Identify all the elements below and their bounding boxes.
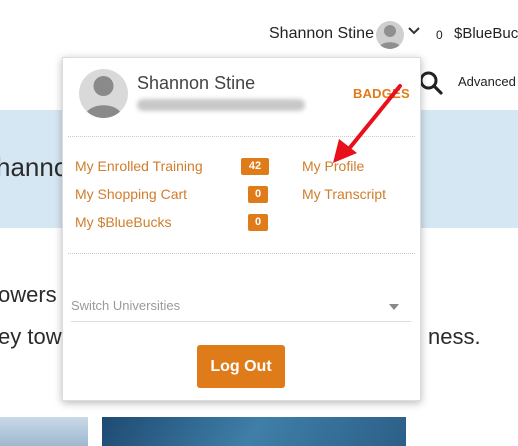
- body-text-line1: owers: [0, 282, 57, 307]
- hero-text: hanno: [0, 152, 69, 182]
- header-user-name[interactable]: Shannon Stine: [269, 25, 374, 43]
- my-bluebucks-link[interactable]: My $BlueBucks: [75, 214, 171, 230]
- course-card-image[interactable]: [0, 417, 88, 446]
- profile-name: Shannon Stine: [137, 73, 256, 93]
- top-bar: Shannon Stine 0 $BlueBuck: [0, 0, 518, 62]
- log-out-button[interactable]: Log Out: [197, 345, 285, 388]
- advanced-search-link[interactable]: Advanced: [458, 74, 516, 89]
- caret-down-icon: [389, 304, 399, 310]
- header-avatar[interactable]: [376, 21, 404, 49]
- course-card-image[interactable]: [102, 417, 406, 446]
- profile-avatar: [79, 69, 128, 118]
- body-text-line2-end: ness.: [428, 324, 481, 349]
- enrolled-training-count-badge: 42: [241, 158, 269, 175]
- body-text-line2-start: ey tow: [0, 324, 62, 349]
- user-silhouette-icon: [85, 76, 122, 118]
- divider: [68, 136, 415, 137]
- user-dropdown-panel: Shannon Stine BADGES My Enrolled Trainin…: [62, 57, 421, 401]
- shopping-cart-count-badge: 0: [248, 186, 268, 203]
- bluebucks-count: 0: [436, 28, 443, 42]
- my-transcript-link[interactable]: My Transcript: [302, 186, 386, 202]
- badges-link[interactable]: BADGES: [353, 86, 410, 101]
- chevron-down-icon[interactable]: [408, 26, 420, 36]
- my-shopping-cart-link[interactable]: My Shopping Cart: [75, 186, 187, 202]
- my-profile-link[interactable]: My Profile: [302, 158, 364, 174]
- bluebucks-count-badge: 0: [248, 214, 268, 231]
- search-icon[interactable]: [418, 70, 444, 96]
- user-silhouette-icon: [379, 25, 401, 49]
- switch-universities-select[interactable]: Switch Universities: [71, 292, 411, 322]
- my-enrolled-training-link[interactable]: My Enrolled Training: [75, 158, 203, 174]
- profile-email-blurred: [137, 99, 305, 111]
- switch-universities-placeholder: Switch Universities: [71, 298, 181, 313]
- divider: [68, 253, 415, 254]
- bluebucks-link[interactable]: $BlueBuck: [454, 25, 518, 42]
